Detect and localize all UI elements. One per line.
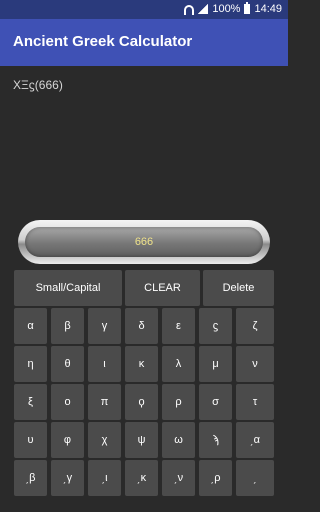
key-mu[interactable]: μ <box>199 346 232 382</box>
key-iota[interactable]: ι <box>88 346 121 382</box>
app-bar: Ancient Greek Calculator <box>0 19 288 66</box>
app-title: Ancient Greek Calculator <box>13 33 193 50</box>
display-value: 666 <box>25 227 263 257</box>
key-rho[interactable]: ρ <box>162 384 195 420</box>
key-chi[interactable]: χ <box>88 422 121 458</box>
key-xi[interactable]: ξ <box>14 384 47 420</box>
key-epsilon[interactable]: ε <box>162 308 195 344</box>
key-theta[interactable]: θ <box>51 346 84 382</box>
result-display: 666 <box>18 220 270 264</box>
wifi-icon <box>184 4 195 15</box>
key-thousand-kappa[interactable]: ͵κ <box>125 460 158 496</box>
status-bar: 100% 14:49 <box>0 0 288 19</box>
key-row-3: ξ ο π ϙ ρ σ τ <box>12 384 276 420</box>
key-lambda[interactable]: λ <box>162 346 195 382</box>
key-eta[interactable]: η <box>14 346 47 382</box>
key-sampi[interactable]: ϡ <box>199 422 232 458</box>
keypad: Small/Capital CLEAR Delete α β γ δ ε ϛ ζ… <box>12 270 276 498</box>
key-nu[interactable]: ν <box>236 346 274 382</box>
key-upsilon[interactable]: υ <box>14 422 47 458</box>
key-stigma[interactable]: ϛ <box>199 308 232 344</box>
clock: 14:49 <box>254 3 282 15</box>
key-omicron[interactable]: ο <box>51 384 84 420</box>
delete-button[interactable]: Delete <box>203 270 274 306</box>
key-omega[interactable]: ω <box>162 422 195 458</box>
key-thousand-alpha[interactable]: ͵α <box>236 422 274 458</box>
clear-button[interactable]: CLEAR <box>125 270 200 306</box>
key-psi[interactable]: ψ <box>125 422 158 458</box>
small-capital-button[interactable]: Small/Capital <box>14 270 122 306</box>
status-icons: 100% 14:49 <box>184 2 282 15</box>
key-kappa[interactable]: κ <box>125 346 158 382</box>
key-sigma[interactable]: σ <box>199 384 232 420</box>
key-row-4: υ φ χ ψ ω ϡ ͵α <box>12 422 276 458</box>
key-gamma[interactable]: γ <box>88 308 121 344</box>
key-phi[interactable]: φ <box>51 422 84 458</box>
battery-level: 100% <box>212 3 241 15</box>
key-zeta[interactable]: ζ <box>236 308 274 344</box>
control-row: Small/Capital CLEAR Delete <box>12 270 276 306</box>
key-thousand-beta[interactable]: ͵β <box>14 460 47 496</box>
signal-icon <box>198 4 209 14</box>
key-beta[interactable]: β <box>51 308 84 344</box>
key-thousand-iota[interactable]: ͵ι <box>88 460 121 496</box>
key-thousand-gamma[interactable]: ͵γ <box>51 460 84 496</box>
key-row-5: ͵β ͵γ ͵ι ͵κ ͵ν ͵ρ ͵ <box>12 460 276 496</box>
key-delta[interactable]: δ <box>125 308 158 344</box>
key-alpha[interactable]: α <box>14 308 47 344</box>
key-thousand-rho[interactable]: ͵ρ <box>199 460 232 496</box>
key-row-2: η θ ι κ λ μ ν <box>12 346 276 382</box>
key-pi[interactable]: π <box>88 384 121 420</box>
key-thousand-nu[interactable]: ͵ν <box>162 460 195 496</box>
key-tau[interactable]: τ <box>236 384 274 420</box>
expression-text: ΧΞϛ(666) <box>13 78 63 92</box>
key-row-1: α β γ δ ε ϛ ζ <box>12 308 276 344</box>
key-koppa[interactable]: ϙ <box>125 384 158 420</box>
key-thousand-sign[interactable]: ͵ <box>236 460 274 496</box>
battery-icon <box>244 2 251 14</box>
